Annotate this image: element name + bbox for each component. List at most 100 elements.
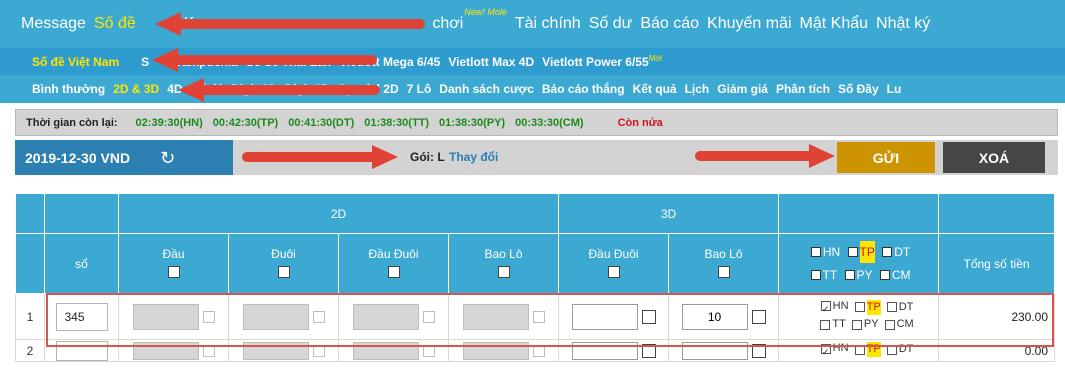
tab-binh-thuong[interactable]: Bình thường bbox=[32, 82, 105, 96]
header-2d-duoi: Đuôi bbox=[228, 233, 339, 294]
checkbox-icon bbox=[879, 269, 890, 280]
row-checkbox[interactable] bbox=[532, 310, 545, 323]
amount-input[interactable] bbox=[132, 303, 199, 330]
nav-so-de[interactable]: Số đề bbox=[94, 15, 136, 33]
select-all-checkbox[interactable] bbox=[387, 265, 400, 278]
countdown-label: Thời gian còn lại: bbox=[26, 116, 118, 129]
amount-input[interactable] bbox=[462, 303, 529, 330]
amount-input[interactable] bbox=[571, 341, 638, 360]
amount-input[interactable] bbox=[132, 341, 199, 360]
nav-max-4d[interactable]: Vietlott Max 4D bbox=[448, 55, 534, 69]
loc-dt[interactable]: DT bbox=[882, 241, 910, 263]
loc-dt[interactable]: DT bbox=[886, 300, 913, 315]
select-all-checkbox[interactable] bbox=[167, 265, 180, 278]
tab-special-2d[interactable]: Special 2D bbox=[338, 82, 399, 96]
tab-lu[interactable]: Lu bbox=[887, 82, 902, 96]
tab-4d[interactable]: 4D bbox=[167, 82, 182, 96]
loc-label: DT bbox=[894, 244, 911, 259]
row-checkbox[interactable] bbox=[641, 343, 656, 358]
nav-mega-645[interactable]: Vietlott Mega 6/45 bbox=[339, 55, 440, 69]
nav-message[interactable]: Message bbox=[21, 15, 86, 33]
tab-2d-3d[interactable]: 2D & 3D bbox=[113, 82, 159, 96]
clear-button[interactable]: XOÁ bbox=[943, 142, 1045, 173]
amount-input[interactable] bbox=[352, 341, 419, 360]
nav-so-du[interactable]: Số dư bbox=[589, 15, 633, 33]
tab-lich[interactable]: Lịch bbox=[685, 82, 710, 96]
row-checkbox[interactable] bbox=[202, 344, 215, 357]
row-checkbox[interactable] bbox=[641, 309, 656, 324]
row-checkbox[interactable] bbox=[312, 344, 325, 357]
select-all-checkbox[interactable] bbox=[717, 265, 730, 278]
tab-giam-gia[interactable]: Giảm giá bbox=[717, 82, 768, 96]
nav-thai-lan[interactable]: Số đề Thái Lan bbox=[246, 55, 331, 69]
row-checkbox[interactable] bbox=[751, 309, 766, 324]
nav-power-655[interactable]: Vietlott Power 6/55Mới bbox=[542, 54, 662, 69]
nav-khuyen-mai[interactable]: Khuyến mãi bbox=[707, 15, 792, 33]
row-checkbox[interactable] bbox=[422, 310, 435, 323]
amount-input[interactable] bbox=[462, 341, 529, 360]
refresh-icon[interactable]: ↻ bbox=[160, 149, 175, 167]
nav-so-de-viet-nam[interactable]: Số đề Việt Nam bbox=[32, 55, 119, 69]
tab-7-lo[interactable]: 7 Lô bbox=[407, 82, 432, 96]
loc-tt[interactable]: TT bbox=[810, 264, 837, 286]
checkbox-icon bbox=[810, 269, 821, 280]
loc-tp[interactable]: TP bbox=[854, 299, 881, 315]
row-locations: HN TP DT TT PY CM bbox=[778, 293, 940, 340]
number-input[interactable] bbox=[55, 340, 108, 361]
row-checkbox[interactable] bbox=[422, 344, 435, 357]
amount-input[interactable] bbox=[242, 341, 309, 360]
checkbox-icon bbox=[884, 319, 895, 330]
nav-tai-chinh[interactable]: Tài chính bbox=[515, 15, 581, 33]
tab-bao-cao-thang[interactable]: Báo cáo thắng bbox=[542, 82, 625, 96]
nav-item-k[interactable]: K bbox=[184, 15, 195, 33]
loc-py[interactable]: PY bbox=[844, 264, 873, 286]
nav-campuchia[interactable]: Campuchia bbox=[173, 55, 238, 69]
loc-cm[interactable]: CM bbox=[879, 264, 911, 286]
select-all-checkbox[interactable] bbox=[277, 265, 290, 278]
amount-input[interactable]: 10 bbox=[681, 303, 748, 330]
loc-hn[interactable]: HN bbox=[820, 299, 849, 314]
loc-hn[interactable]: HN bbox=[810, 241, 840, 263]
new-badge-text: New! Mole bbox=[464, 7, 507, 18]
amount-input[interactable] bbox=[352, 303, 419, 330]
number-input[interactable] bbox=[55, 302, 108, 331]
tab-so-day[interactable]: Số Đầy bbox=[838, 82, 879, 96]
amount-input[interactable] bbox=[681, 341, 748, 360]
loc-py[interactable]: PY bbox=[851, 317, 879, 332]
header-so: số bbox=[44, 233, 119, 294]
amount-input[interactable] bbox=[242, 303, 309, 330]
loc-hn[interactable]: HN bbox=[820, 341, 849, 356]
tab-digit-3d[interactable]: Digit 3D bbox=[285, 82, 330, 96]
tab-digit-2d[interactable]: Digit 2D bbox=[231, 82, 276, 96]
loc-tp[interactable]: TP bbox=[847, 240, 875, 263]
checkbox-icon bbox=[810, 246, 821, 257]
loc-cm[interactable]: CM bbox=[884, 317, 914, 332]
change-package-link[interactable]: Thay đổi bbox=[449, 150, 498, 164]
tab-danh-sach-cuoc[interactable]: Danh sách cược bbox=[439, 82, 534, 96]
more-link[interactable]: Còn nửa bbox=[618, 117, 663, 129]
loc-tt[interactable]: TT bbox=[820, 317, 846, 332]
select-all-checkbox[interactable] bbox=[497, 265, 510, 278]
tab-so-da[interactable]: Số đá bbox=[191, 82, 224, 96]
select-all-checkbox[interactable] bbox=[607, 265, 620, 278]
nav-bao-cao[interactable]: Báo cáo bbox=[640, 15, 699, 33]
send-button[interactable]: GỬI bbox=[837, 142, 935, 173]
tab-ket-qua[interactable]: Kết quả bbox=[633, 82, 677, 96]
countdown-bar: Thời gian còn lại: 02:39:30(HN) 00:42:30… bbox=[15, 109, 1058, 136]
row-index: 1 bbox=[15, 293, 45, 340]
nav-mat-khau[interactable]: Mật Khẩu bbox=[800, 15, 868, 33]
cell-2d-bao-lo bbox=[447, 339, 560, 362]
row-checkbox[interactable] bbox=[312, 310, 325, 323]
amount-input[interactable] bbox=[571, 303, 638, 330]
tab-phan-tich[interactable]: Phân tích bbox=[776, 82, 830, 96]
row-checkbox[interactable] bbox=[202, 310, 215, 323]
loc-tp[interactable]: TP bbox=[854, 342, 881, 358]
nav-item-choi[interactable]: chơi bbox=[432, 15, 463, 33]
nav-nhat-ky[interactable]: Nhật ký bbox=[876, 15, 930, 33]
date-bar: 2019-12-30 VND ↻ Số dư: 0.00 Gói: L Thay… bbox=[15, 140, 1058, 175]
row-checkbox[interactable] bbox=[751, 343, 766, 358]
row-checkbox[interactable] bbox=[532, 344, 545, 357]
loc-dt[interactable]: DT bbox=[886, 342, 913, 357]
countdown-py: 01:38:30(PY) bbox=[439, 116, 506, 129]
nav-region-s[interactable]: S bbox=[141, 55, 149, 69]
